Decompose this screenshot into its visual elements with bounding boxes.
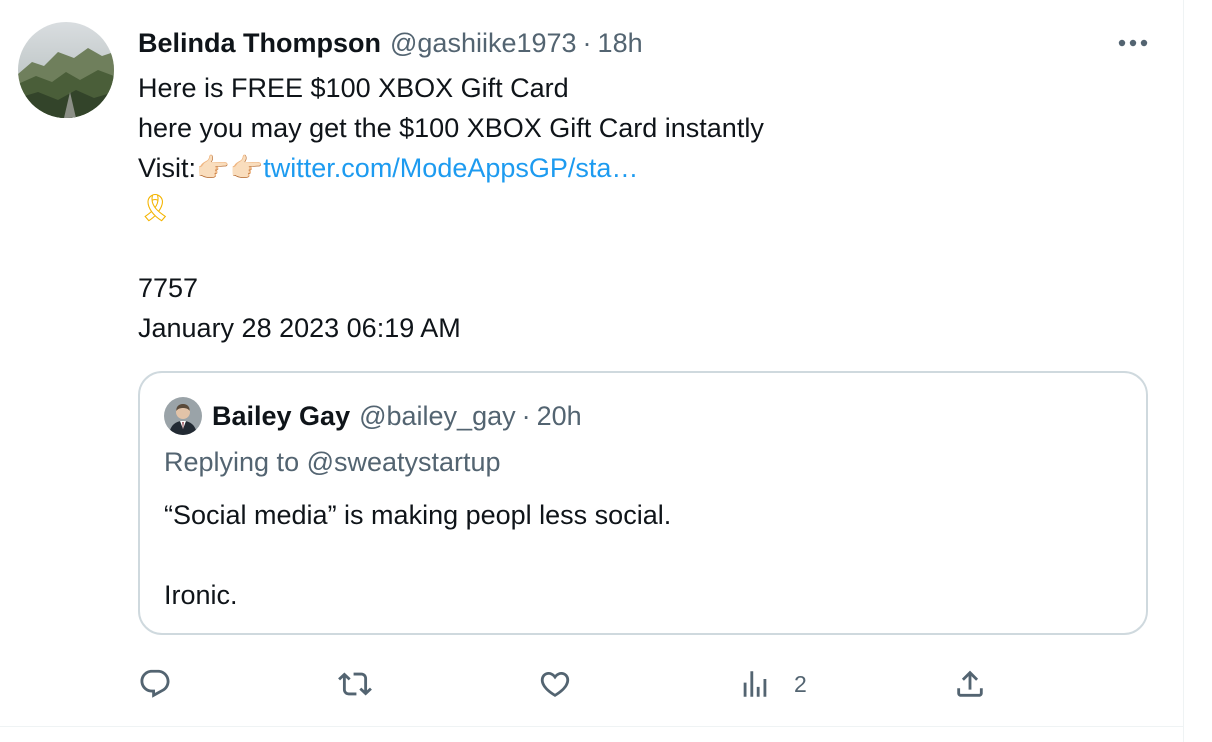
replying-to: Replying to @sweatystartup xyxy=(164,447,501,477)
more-options-button[interactable] xyxy=(1110,26,1156,60)
reply-button[interactable] xyxy=(138,662,172,706)
timeline-right-border xyxy=(1183,0,1184,742)
quoted-blank-line xyxy=(164,535,1114,575)
visit-label: Visit: xyxy=(138,153,197,183)
tweet-action-bar: 2 xyxy=(138,662,1038,706)
author-avatar[interactable] xyxy=(18,22,114,118)
heart-icon xyxy=(540,671,570,697)
author-handle[interactable]: @gashiike1973 xyxy=(390,28,577,59)
landscape-avatar-image xyxy=(18,22,114,118)
more-dots-icon xyxy=(1118,39,1148,47)
views-count: 2 xyxy=(794,670,807,697)
person-avatar-image xyxy=(164,397,202,435)
retweet-button[interactable] xyxy=(338,662,372,706)
share-button[interactable] xyxy=(953,662,987,706)
tweet-bottom-divider xyxy=(0,726,1184,727)
like-button[interactable] xyxy=(538,662,572,706)
views-button[interactable]: 2 xyxy=(738,662,807,706)
quoted-text-line-2: Ironic. xyxy=(164,580,238,610)
quoted-tweet-header: Bailey Gay @bailey_gay · 20h xyxy=(164,397,582,435)
quoted-author-name: Bailey Gay xyxy=(212,400,351,431)
author-name[interactable]: Belinda Thompson xyxy=(138,28,381,59)
share-icon xyxy=(957,670,983,697)
pointing-emoji: 👉🏻👉🏻 xyxy=(196,153,264,183)
quoted-author-handle: @bailey_gay xyxy=(359,400,516,431)
quoted-text-line-1: “Social media” is making peopl less soci… xyxy=(164,500,672,530)
quoted-tweet-text: “Social media” is making peopl less soci… xyxy=(164,495,1114,615)
tweet-date: January 28 2023 06:19 AM xyxy=(138,313,461,343)
tweet-code: 7757 xyxy=(138,273,199,303)
quoted-author-avatar xyxy=(164,397,202,435)
quoted-tweet-time: 20h xyxy=(536,400,582,431)
reply-icon xyxy=(140,669,170,698)
tweet-time[interactable]: 18h xyxy=(598,28,643,59)
quoted-header-separator: · xyxy=(521,400,531,431)
retweet-icon xyxy=(338,672,372,696)
header-separator: · xyxy=(582,27,592,58)
tweet-link[interactable]: twitter.com/ModeAppsGP/sta… xyxy=(263,153,638,183)
tweet-header: Belinda Thompson @gashiike1973 · 18h xyxy=(138,26,643,60)
tweet-line-1: Here is FREE $100 XBOX Gift Card xyxy=(138,73,569,103)
views-icon xyxy=(743,671,767,697)
tweet-line-2: here you may get the $100 XBOX Gift Card… xyxy=(138,113,764,143)
tweet-body: Here is FREE $100 XBOX Gift Card here yo… xyxy=(138,68,1138,348)
ribbon-line: 🎗 xyxy=(138,188,1138,228)
quoted-tweet[interactable]: Bailey Gay @bailey_gay · 20h Replying to… xyxy=(138,371,1148,635)
ribbon-emoji: 🎗 xyxy=(138,193,173,223)
tweet-visit-line: Visit:👉🏻👉🏻twitter.com/ModeAppsGP/sta… xyxy=(138,148,1138,188)
